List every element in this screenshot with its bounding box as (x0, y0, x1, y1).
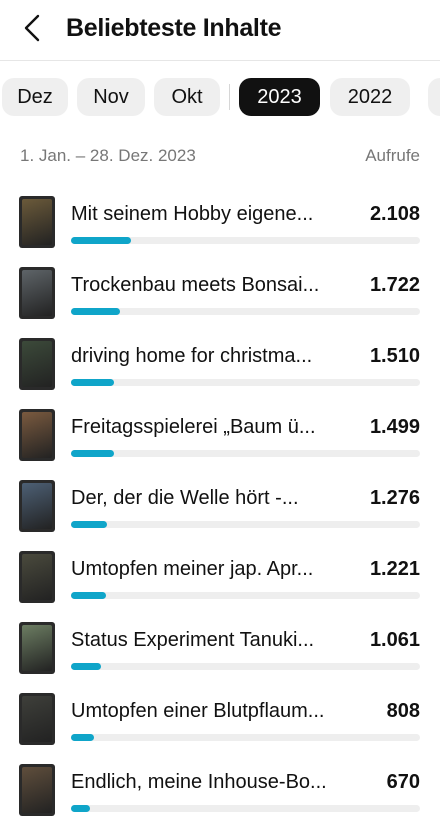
thumbnail-image (22, 412, 52, 458)
post-thumbnail (19, 338, 55, 390)
views-bar-fill (71, 663, 101, 670)
views-bar-fill (71, 805, 90, 812)
post-title: Status Experiment Tanuki... (71, 629, 315, 651)
post-title: Umtopfen meiner jap. Apr... (71, 558, 314, 580)
post-thumbnail (19, 196, 55, 248)
thumbnail-image (22, 625, 52, 671)
view-count: 808 (386, 700, 420, 722)
post-thumbnail (19, 693, 55, 745)
view-count: 1.061 (369, 629, 420, 651)
views-bar-fill (71, 450, 114, 457)
post-title: Umtopfen einer Blutpflaum... (71, 700, 325, 722)
chip-2022[interactable]: 2022 (330, 78, 410, 116)
thumbnail-image (22, 696, 52, 742)
views-bar-fill (71, 592, 106, 599)
view-count: 670 (386, 771, 420, 793)
list-item[interactable]: Trockenbau meets Bonsai... 1.722 (0, 267, 440, 327)
post-thumbnail (19, 409, 55, 461)
post-title: Der, der die Welle hört -... (71, 487, 299, 509)
thumbnail-image (22, 483, 52, 529)
chip-nov[interactable]: Nov (77, 78, 145, 116)
post-thumbnail (19, 764, 55, 816)
range-row: 1. Jan. – 28. Dez. 2023 Aufrufe (20, 146, 420, 172)
views-bar-fill (71, 521, 107, 528)
views-bar-track (71, 521, 420, 528)
chip-okt[interactable]: Okt (154, 78, 220, 116)
list-item[interactable]: Status Experiment Tanuki... 1.061 (0, 622, 440, 682)
chip-separator (229, 84, 230, 110)
post-title: Mit seinem Hobby eigene... (71, 203, 314, 225)
view-count: 1.276 (369, 487, 420, 509)
view-count: 1.221 (369, 558, 420, 580)
view-count: 2.108 (369, 203, 420, 225)
views-bar-track (71, 450, 420, 457)
views-column-label: Aufrufe (365, 146, 420, 165)
views-bar-track (71, 734, 420, 741)
post-title: driving home for christma... (71, 345, 313, 367)
views-bar-fill (71, 379, 114, 386)
thumbnail-image (22, 767, 52, 813)
post-thumbnail (19, 622, 55, 674)
list-item[interactable]: driving home for christma... 1.510 (0, 338, 440, 398)
views-bar-fill (71, 308, 120, 315)
thumbnail-image (22, 270, 52, 316)
post-thumbnail (19, 480, 55, 532)
list-item[interactable]: Umtopfen einer Blutpflaum... 808 (0, 693, 440, 753)
post-title: Endlich, meine Inhouse-Bo... (71, 771, 327, 793)
views-bar-fill (71, 734, 94, 741)
post-title: Trockenbau meets Bonsai... (71, 274, 320, 296)
list-item[interactable]: Endlich, meine Inhouse-Bo... 670 (0, 764, 440, 824)
chip-dez[interactable]: Dez (2, 78, 68, 116)
post-thumbnail (19, 267, 55, 319)
post-thumbnail (19, 551, 55, 603)
period-selector: Dez Nov Okt 2023 2022 (0, 78, 440, 118)
chevron-left-icon (24, 14, 40, 42)
post-title: Freitagsspielerei „Baum ü... (71, 416, 316, 438)
view-count: 1.510 (369, 345, 420, 367)
chip-2023[interactable]: 2023 (239, 78, 320, 116)
views-bar-track (71, 308, 420, 315)
list-item[interactable]: Der, der die Welle hört -... 1.276 (0, 480, 440, 540)
views-bar-track (71, 805, 420, 812)
views-bar-track (71, 379, 420, 386)
chip-overflow[interactable] (428, 78, 440, 116)
thumbnail-image (22, 341, 52, 387)
views-bar-fill (71, 237, 131, 244)
list-item[interactable]: Freitagsspielerei „Baum ü... 1.499 (0, 409, 440, 469)
list-item[interactable]: Umtopfen meiner jap. Apr... 1.221 (0, 551, 440, 611)
views-bar-track (71, 237, 420, 244)
views-bar-track (71, 592, 420, 599)
view-count: 1.499 (369, 416, 420, 438)
back-button[interactable] (18, 12, 48, 44)
view-count: 1.722 (369, 274, 420, 296)
thumbnail-image (22, 554, 52, 600)
page-title: Beliebteste Inhalte (66, 14, 282, 42)
thumbnail-image (22, 199, 52, 245)
header-divider (0, 60, 440, 61)
views-bar-track (71, 663, 420, 670)
list-item[interactable]: Mit seinem Hobby eigene... 2.108 (0, 196, 440, 256)
header: Beliebteste Inhalte (0, 0, 440, 56)
date-range: 1. Jan. – 28. Dez. 2023 (20, 146, 196, 165)
